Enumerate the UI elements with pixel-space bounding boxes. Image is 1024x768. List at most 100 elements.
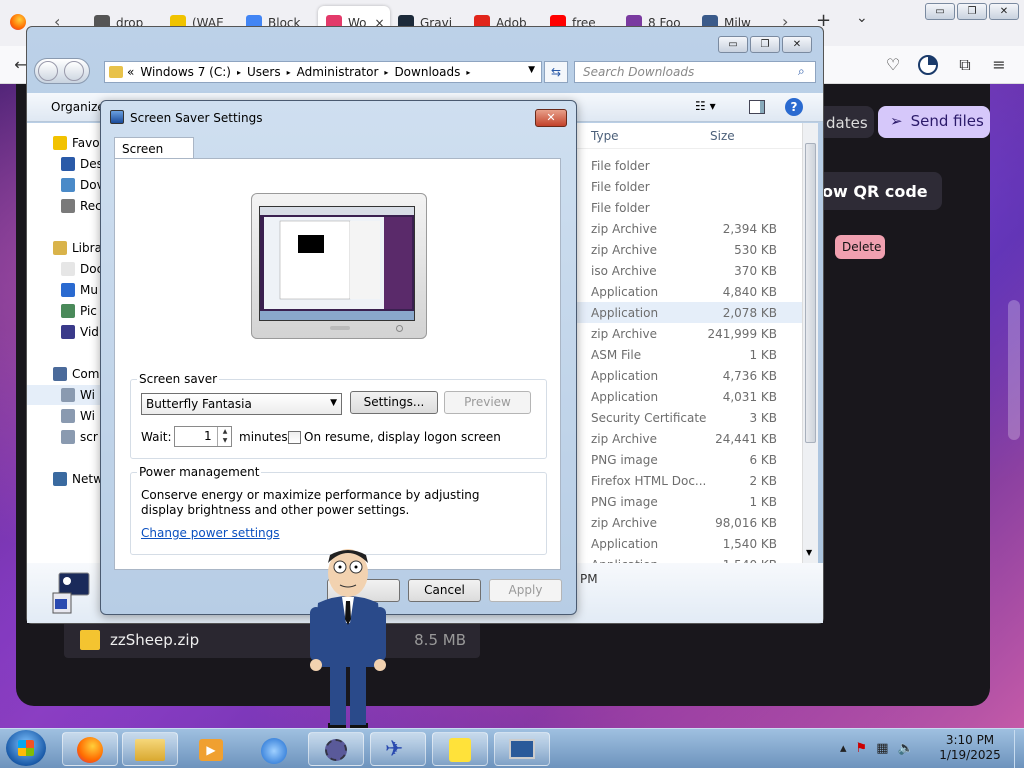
page-scrollbar[interactable] — [1008, 300, 1020, 440]
taskbar-firefox[interactable] — [62, 732, 118, 766]
file-row[interactable]: PNG image 1 KB — [576, 491, 802, 512]
list-all-tabs-icon[interactable]: ⌄ — [856, 10, 868, 26]
breadcrumb-item[interactable]: Downloads — [394, 65, 460, 79]
nav-item[interactable]: Favo — [53, 133, 100, 153]
nav-item[interactable]: Com — [53, 364, 99, 384]
delete-button[interactable]: Delete — [835, 235, 885, 259]
file-row[interactable]: File folder — [576, 197, 802, 218]
refresh-icon[interactable]: ⇆ — [544, 61, 568, 83]
file-row[interactable]: Application 4,736 KB — [576, 365, 802, 386]
file-row[interactable]: Application 4,840 KB — [576, 281, 802, 302]
file-row[interactable]: Firefox HTML Doc... 2 KB — [576, 470, 802, 491]
file-row[interactable]: iso Archive 370 KB — [576, 260, 802, 281]
menu-icon[interactable]: ≡ — [988, 54, 1010, 76]
minimize-browser-button[interactable]: ▭ — [925, 3, 955, 20]
taskbar-app-virus[interactable] — [308, 732, 364, 766]
column-type[interactable]: Type — [591, 129, 619, 143]
change-power-settings-link[interactable]: Change power settings — [141, 526, 280, 540]
show-desktop-button[interactable] — [1014, 730, 1024, 768]
breadcrumb-arrow-icon[interactable]: ▸ — [237, 68, 241, 77]
file-row[interactable]: zip Archive 98,016 KB — [576, 512, 802, 533]
settings-button[interactable]: Settings... — [350, 391, 438, 414]
wait-minutes-stepper[interactable]: 1 ▲ ▼ — [174, 426, 232, 447]
spin-arrows-icon[interactable]: ▲ ▼ — [217, 427, 232, 446]
taskbar-clock[interactable]: 3:10 PM 1/19/2025 — [930, 733, 1010, 763]
show-hidden-icons[interactable]: ▴ — [840, 741, 847, 756]
nav-item[interactable]: Doc — [61, 259, 103, 279]
maximize-browser-button[interactable]: ❐ — [957, 3, 987, 20]
nav-item[interactable]: Des — [61, 154, 103, 174]
nav-item[interactable]: Rec — [61, 196, 102, 216]
file-row[interactable]: zip Archive 241,999 KB — [576, 323, 802, 344]
nav-item[interactable]: Pic — [61, 301, 97, 321]
nav-item[interactable]: Netw — [53, 469, 103, 489]
breadcrumb-item[interactable]: Administrator — [297, 65, 379, 79]
organize-menu[interactable]: Organize — [51, 100, 105, 114]
taskbar-app-bird[interactable]: ✈ — [370, 732, 426, 766]
file-row[interactable]: zip Archive 2,394 KB — [576, 218, 802, 239]
nav-item[interactable]: Dov — [61, 175, 104, 195]
nav-item[interactable]: Libra — [53, 238, 102, 258]
preview-button[interactable]: Preview — [444, 391, 531, 414]
address-bar[interactable]: « Windows 7 (C:) ▸ Users ▸ Administrator ▸ Down… — [104, 61, 542, 83]
show-qr-code-button[interactable]: ow QR code — [810, 172, 942, 210]
column-size[interactable]: Size — [710, 129, 735, 143]
file-row[interactable]: Application1,540 KB — [576, 554, 802, 563]
nav-item[interactable]: Mu — [61, 280, 98, 300]
preview-pane-icon[interactable] — [749, 100, 765, 114]
volume-icon[interactable]: 🔈 — [897, 741, 913, 756]
nav-item[interactable]: scr — [61, 427, 98, 447]
tab-screen-saver[interactable]: Screen Saver — [114, 137, 194, 170]
explorer-maximize-button[interactable]: ❐ — [750, 36, 780, 53]
help-icon[interactable]: ? — [785, 98, 803, 116]
cancel-button[interactable]: Cancel — [408, 579, 481, 602]
search-downloads-input[interactable]: Search Downloads — [574, 61, 816, 83]
network-icon[interactable]: ▦ — [876, 741, 888, 756]
nav-item[interactable]: Vid — [61, 322, 99, 342]
explorer-close-button[interactable]: ✕ — [782, 36, 812, 53]
address-dropdown-icon[interactable]: ▼ — [528, 65, 535, 75]
view-options-icon[interactable]: ☷ ▾ — [695, 99, 716, 113]
nav-item[interactable]: Wi — [27, 385, 102, 405]
back-forward-buttons[interactable] — [34, 58, 90, 84]
file-row[interactable]: Application 2,078 KB — [576, 302, 802, 323]
file-row[interactable]: Security Certificate 3 KB — [576, 407, 802, 428]
breadcrumb-item[interactable]: « — [127, 65, 134, 79]
taskbar-app-screensaver[interactable] — [494, 732, 550, 766]
scrollbar-thumb[interactable] — [805, 143, 816, 443]
close-browser-button[interactable]: ✕ — [989, 3, 1019, 20]
file-row[interactable]: zip Archive 24,441 KB — [576, 428, 802, 449]
breadcrumb-arrow-icon[interactable]: ▸ — [466, 68, 470, 77]
breadcrumb-arrow-icon[interactable]: ▸ — [384, 68, 388, 77]
resume-logon-checkbox[interactable] — [288, 431, 301, 444]
file-row[interactable]: File folder — [576, 176, 802, 197]
file-row[interactable]: PNG image 6 KB — [576, 449, 802, 470]
taskbar-explorer[interactable] — [122, 732, 178, 766]
file-row[interactable]: ASM File 1 KB — [576, 344, 802, 365]
taskbar-app-sponge[interactable] — [432, 732, 488, 766]
file-row[interactable]: Application1,540 KB — [576, 533, 802, 554]
file-row[interactable]: Application 4,031 KB — [576, 386, 802, 407]
send-files-button[interactable]: ➢ Send files — [878, 106, 990, 138]
breadcrumb-arrow-icon[interactable]: ▸ — [287, 68, 291, 77]
taskbar-thunderbird[interactable] — [246, 732, 302, 766]
file-row[interactable]: zip Archive 530 KB — [576, 239, 802, 260]
start-button[interactable] — [6, 730, 46, 766]
screensaver-select[interactable]: Butterfly Fantasia ▼ — [141, 393, 342, 415]
scroll-down-icon[interactable]: ▼ — [806, 548, 812, 557]
taskbar-media[interactable]: ▶ — [184, 732, 240, 766]
extensions-icon[interactable]: ⧉ — [954, 54, 976, 76]
breadcrumb-item[interactable]: Users — [247, 65, 281, 79]
file-row[interactable]: File folder — [576, 155, 802, 176]
file-list-item[interactable]: zzSheep.zip 8.5 MB — [64, 622, 480, 658]
action-center-icon[interactable]: ⚑ — [856, 741, 868, 756]
account-icon[interactable] — [918, 55, 938, 75]
explorer-minimize-button[interactable]: ▭ — [718, 36, 748, 53]
apply-button[interactable]: Apply — [489, 579, 562, 602]
pocket-icon[interactable]: ♡ — [882, 54, 904, 76]
explorer-forward-icon[interactable] — [64, 61, 84, 81]
explorer-back-icon[interactable] — [38, 61, 58, 81]
file-list-scrollbar[interactable]: ▼ — [802, 123, 818, 563]
nav-item[interactable]: Wi — [61, 406, 95, 426]
breadcrumb-item[interactable]: Windows 7 (C:) — [140, 65, 231, 79]
